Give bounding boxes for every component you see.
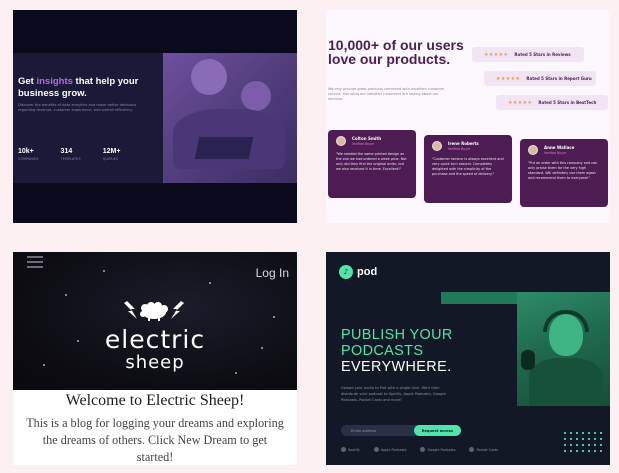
rating-report-guru: ★★★★★ Rated 5 Stars in Report Guru	[484, 71, 596, 86]
hero-description: Discover the benefits of data analytics …	[18, 103, 137, 112]
avatar	[336, 136, 346, 146]
rating-reviews: ★★★★★ Rated 5 Stars in Reviews	[472, 47, 584, 62]
stars-icon: ★★★★★	[496, 75, 521, 82]
avatar	[432, 141, 442, 151]
pocket-casts-icon: Pocket Casts	[469, 447, 498, 452]
hero-title: Get insights that help your business gro…	[18, 76, 139, 99]
brand-wordmark: electric	[104, 325, 206, 354]
login-link[interactable]: Log In	[256, 266, 289, 280]
email-field[interactable]: Email address Request access	[341, 425, 461, 436]
request-access-button[interactable]: Request access	[413, 425, 461, 436]
hamburger-menu-icon[interactable]	[27, 256, 43, 271]
podcaster-photo	[517, 292, 610, 406]
dot-pattern	[562, 430, 606, 452]
review-card: Irene Roberts Verified Buyer "Customer se…	[424, 135, 512, 203]
preview-card-pod[interactable]: ♪ pod PUBLISH YOUR PODCASTS EVERYWHERE. …	[326, 252, 610, 465]
preview-card-social-proof[interactable]: 10,000+ of our users love our products. …	[326, 10, 610, 223]
stat-queries: 12M+ QUERIES	[102, 148, 121, 161]
brand-wordmark-sub: sheep	[125, 352, 185, 373]
stats-row: 10k+ COMPANIES 314 TEMPLATES 12M+ QUERIE…	[18, 148, 120, 161]
spotify-icon: Spotify	[341, 447, 360, 452]
social-proof-title: 10,000+ of our users love our products.	[328, 37, 464, 67]
review-card: Anne Wallace Verified Buyer "Put an order…	[520, 139, 608, 207]
google-podcasts-icon: Google Podcasts	[420, 447, 455, 452]
rating-besttech: ★★★★★ Rated 5 Stars in BestTech	[496, 95, 608, 110]
hero-headline: PUBLISH YOUR PODCASTS EVERYWHERE.	[341, 327, 453, 375]
hero-description: Upload your audio to Pod with a single c…	[341, 386, 446, 402]
pod-logo: ♪ pod	[339, 265, 377, 279]
stars-icon: ★★★★★	[508, 99, 533, 106]
stars-icon: ★★★★★	[484, 51, 509, 58]
title-highlight: insights	[36, 76, 73, 87]
platform-logos: Spotify Apple Podcasts Google Podcasts P…	[341, 447, 498, 452]
preview-card-insights[interactable]: Get insights that help your business gro…	[13, 10, 297, 223]
social-proof-subtitle: We only provide great products combined …	[328, 87, 445, 101]
intro-text: This is a blog for logging your dreams a…	[26, 416, 284, 464]
team-photo	[163, 53, 297, 183]
welcome-heading: Welcome to Electric Sheep!	[65, 392, 245, 409]
apple-podcasts-icon: Apple Podcasts	[374, 447, 407, 452]
preview-card-electric-sheep[interactable]: Log In electric sheep Welcome to Electri…	[13, 252, 297, 465]
avatar	[528, 145, 538, 155]
pod-logo-icon: ♪	[339, 265, 353, 279]
stat-templates: 314 TEMPLATES	[60, 148, 81, 161]
review-card: Colton Smith Verified Buyer "We needed th…	[328, 130, 416, 198]
sheep-lightning-icon	[124, 301, 184, 321]
stat-companies: 10k+ COMPANIES	[18, 148, 39, 161]
